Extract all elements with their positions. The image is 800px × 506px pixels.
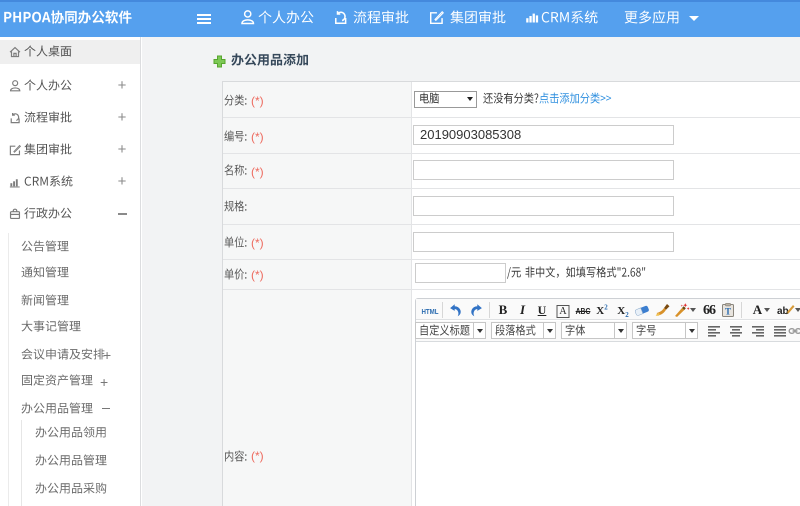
svg-text:T: T — [725, 307, 731, 317]
svg-text:ab: ab — [777, 306, 789, 317]
